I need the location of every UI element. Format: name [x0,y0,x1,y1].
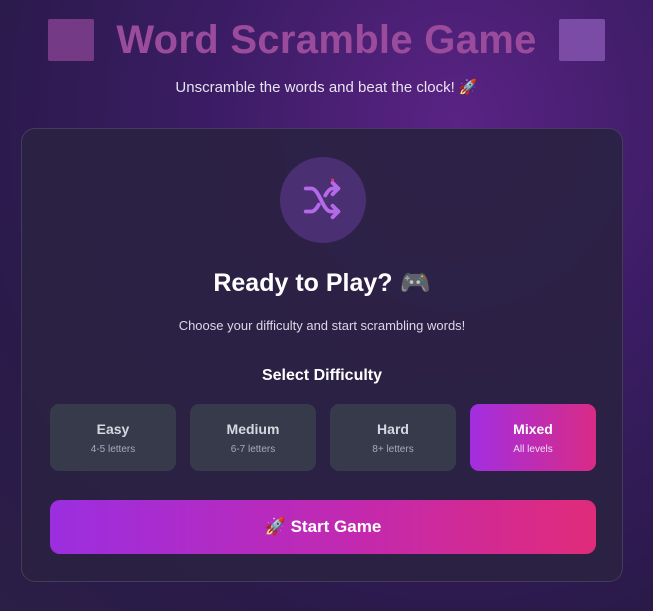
page-subtitle: Unscramble the words and beat the clock!… [175,79,478,96]
decorative-square-left [48,19,95,61]
ready-heading: Ready to Play? 🎮 [213,269,431,297]
logo-circle [280,157,366,243]
difficulty-easy-button[interactable]: Easy 4-5 letters [50,404,176,471]
difficulty-detail: All levels [513,443,553,455]
difficulty-name: Easy [96,420,130,437]
select-difficulty-label: Select Difficulty [261,367,383,384]
difficulty-hard-button[interactable]: Hard 8+ letters [330,404,456,471]
difficulty-detail: 4-5 letters [90,443,136,455]
page-title: Word Scramble Game [116,17,537,62]
start-card: Ready to Play? 🎮 Choose your difficulty … [21,128,623,582]
difficulty-detail: 6-7 letters [230,443,276,455]
instructions-text: Choose your difficulty and start scrambl… [178,318,466,333]
difficulty-detail: 8+ letters [372,443,414,455]
difficulty-medium-button[interactable]: Medium 6-7 letters [190,404,316,471]
decorative-square-right [558,19,605,61]
difficulty-name: Mixed [513,420,553,437]
difficulty-mixed-button[interactable]: Mixed All levels [470,404,596,471]
shuffle-icon [303,178,341,220]
difficulty-name: Medium [226,420,280,437]
difficulty-name: Hard [377,420,409,437]
start-game-button[interactable]: 🚀 Start Game [50,500,596,554]
difficulty-options: Easy 4-5 letters Medium 6-7 letters Hard… [50,404,596,471]
title-row: Word Scramble Game [0,14,653,66]
